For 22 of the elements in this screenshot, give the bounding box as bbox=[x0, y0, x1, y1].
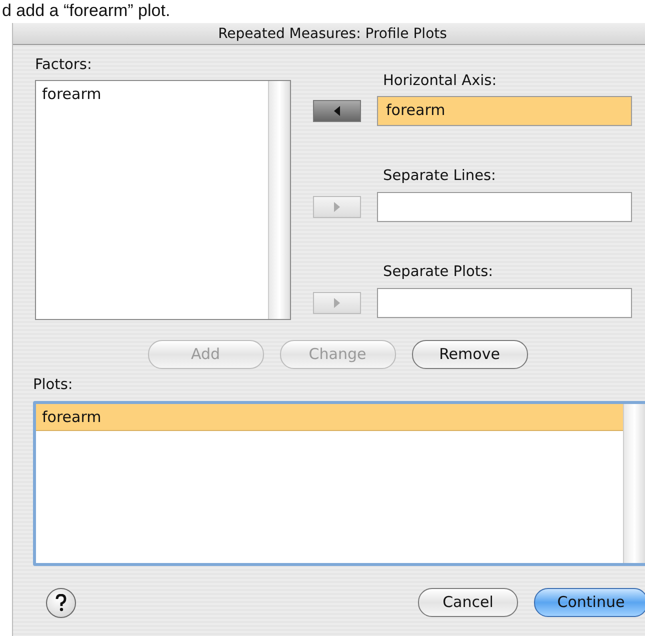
scrollbar[interactable] bbox=[268, 81, 290, 320]
plots-label: Plots: bbox=[33, 376, 74, 395]
list-item[interactable]: forearm bbox=[36, 404, 623, 431]
action-button[interactable]: Remove bbox=[412, 340, 528, 369]
factors-list[interactable]: forearm bbox=[35, 80, 291, 320]
scrollbar[interactable] bbox=[623, 404, 645, 562]
move-button[interactable] bbox=[313, 100, 361, 122]
window-title: Repeated Measures: Profile Plots bbox=[13, 22, 645, 44]
field-label: Separate Lines: bbox=[383, 167, 497, 186]
input-field[interactable]: forearm bbox=[377, 96, 632, 126]
list-item[interactable]: forearm bbox=[36, 81, 268, 108]
help-button[interactable] bbox=[46, 588, 76, 618]
field-label: Separate Plots: bbox=[383, 263, 494, 282]
input-field[interactable] bbox=[377, 288, 632, 318]
plots-list[interactable]: forearm bbox=[33, 400, 645, 566]
cancel-button[interactable]: Cancel bbox=[418, 588, 518, 617]
help-icon bbox=[55, 594, 67, 612]
field-label: Horizontal Axis: bbox=[383, 72, 498, 90]
continue-button[interactable]: Continue bbox=[534, 588, 645, 617]
input-field[interactable] bbox=[377, 192, 632, 222]
factors-label: Factors: bbox=[35, 56, 93, 74]
caption-text: d add a “forearm” plot. bbox=[1, 1, 170, 21]
